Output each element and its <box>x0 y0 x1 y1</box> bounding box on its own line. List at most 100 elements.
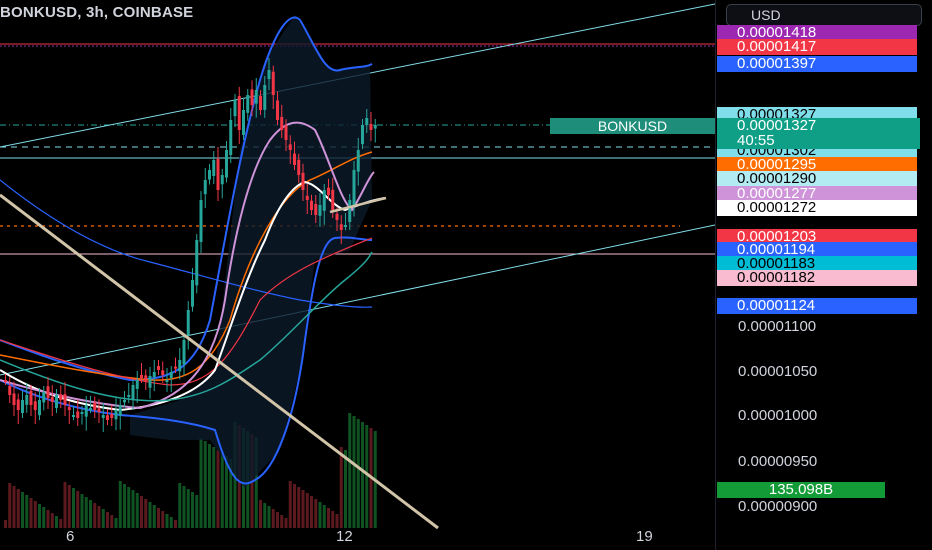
volume-bar <box>288 481 292 528</box>
candle-body <box>80 412 84 414</box>
volume-bar <box>140 496 143 528</box>
axis-tick: 0.00001050 <box>738 363 818 380</box>
volume-bar <box>182 486 186 528</box>
candle-body <box>237 95 241 130</box>
axis-tick: 0.00000900 <box>738 498 818 515</box>
volume-bar <box>191 492 194 528</box>
axis-tick: 0.00000950 <box>738 453 818 470</box>
axis-tick: 0.00001000 <box>738 407 818 424</box>
bar-countdown: 40:55 <box>737 132 775 149</box>
candle-body <box>174 366 177 369</box>
volume-bar <box>322 505 326 528</box>
candle-body <box>131 385 135 400</box>
bollinger-band-fill <box>130 15 372 488</box>
candle-body <box>365 118 369 125</box>
volume-bar <box>148 502 152 528</box>
current-price-label: 0.00001327 40:55 <box>717 118 920 149</box>
candle-body <box>16 399 20 410</box>
candle-body <box>59 394 63 400</box>
candle-body <box>106 415 109 420</box>
candle-body <box>373 125 377 129</box>
candle-body <box>327 187 330 195</box>
volume-bar <box>72 488 75 528</box>
volume-bar <box>301 490 305 528</box>
candle-body <box>284 125 288 140</box>
candle-body <box>339 224 343 230</box>
volume-bar <box>216 450 220 528</box>
candle-body <box>21 400 24 413</box>
volume-bar <box>318 502 322 528</box>
volume-bar <box>284 518 288 528</box>
candle-body <box>93 402 97 410</box>
candle-body <box>216 158 220 190</box>
volume-bar <box>157 508 160 528</box>
candle-body <box>297 159 301 175</box>
volume-bar <box>8 483 12 528</box>
price-chart[interactable] <box>0 0 715 550</box>
volume-bar <box>208 444 211 528</box>
candle-body <box>322 190 326 211</box>
candle-body <box>263 85 267 110</box>
candle-body <box>84 405 88 417</box>
volume-bar <box>327 508 330 528</box>
volume-bar <box>199 438 203 528</box>
candle-body <box>127 395 131 397</box>
currency-selector[interactable]: USD <box>726 4 922 26</box>
volume-bar <box>93 503 97 528</box>
candle-body <box>212 160 216 176</box>
volume-bar <box>276 512 279 528</box>
price-label: 0.00001417 <box>717 39 917 55</box>
volume-bar <box>42 507 46 528</box>
volume-bar <box>101 509 105 528</box>
candle-body <box>4 380 7 382</box>
candle-body <box>135 380 139 389</box>
candle-body <box>67 407 71 410</box>
volume-bar <box>25 495 29 528</box>
volume-bar <box>106 512 109 528</box>
candle-body <box>305 195 309 200</box>
candle-body <box>178 360 182 372</box>
volume-bar <box>33 501 37 528</box>
price-label: 0.00001397 <box>717 56 917 72</box>
candle-body <box>63 394 67 405</box>
volume-bar <box>118 481 122 528</box>
candle-body <box>38 400 41 416</box>
candle-body <box>250 89 254 105</box>
candle-body <box>369 123 373 130</box>
volume-bar <box>152 505 156 528</box>
volume-label: 135.098B <box>717 482 885 498</box>
candle-body <box>233 100 237 117</box>
volume-bar <box>127 487 131 528</box>
volume-bar <box>195 495 199 528</box>
candle-body <box>55 395 58 408</box>
candle-body <box>8 385 12 395</box>
candle-body <box>50 397 54 402</box>
candle-body <box>280 116 284 130</box>
volume-bar <box>356 419 360 528</box>
volume-bar <box>335 514 339 528</box>
volume-bar <box>55 516 58 528</box>
candle-body <box>29 390 33 405</box>
candle-body <box>144 375 148 382</box>
volume-bar <box>67 485 71 528</box>
volume-bar <box>114 518 118 528</box>
candle-body <box>293 153 296 165</box>
volume-bar <box>280 515 284 528</box>
candle-body <box>356 150 360 172</box>
candle-body <box>242 110 245 135</box>
candle-body <box>169 372 173 379</box>
volume-bar <box>165 514 169 528</box>
volume-bar <box>263 503 267 528</box>
price-label: 0.00001124 <box>717 298 917 314</box>
volume-bar <box>110 515 114 528</box>
volume-bar <box>38 504 41 528</box>
volume-bar <box>331 511 335 528</box>
candle-body <box>310 200 313 210</box>
candle-body <box>97 408 101 412</box>
volume-bar <box>344 450 347 528</box>
candle-body <box>314 204 318 215</box>
candle-body <box>89 408 92 410</box>
candle-body <box>46 386 50 398</box>
candle-body <box>344 225 347 227</box>
volume-bar <box>169 517 173 528</box>
